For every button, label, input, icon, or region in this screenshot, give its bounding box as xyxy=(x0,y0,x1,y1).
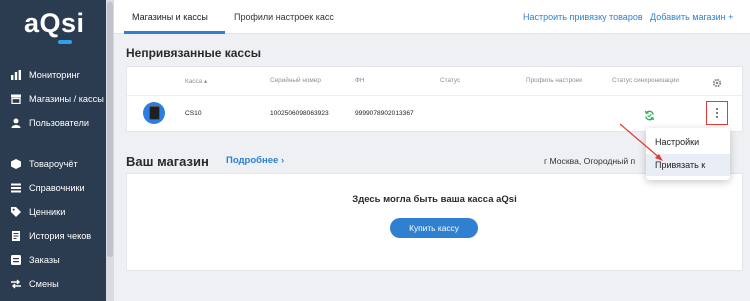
column-header-fn: ФН xyxy=(355,77,365,84)
sidebar-item-label: Смены xyxy=(29,279,59,289)
tabs-bar: Магазины и кассы Профили настроек касс Н… xyxy=(114,0,750,34)
unlinked-registers-table: Касса ▴ Серийный номер ФН Статус Профиль… xyxy=(126,66,743,132)
tag-icon xyxy=(11,207,21,217)
sidebar-item-label: Заказы xyxy=(29,255,60,265)
store-address: г Москва, Огородный п xyxy=(544,156,636,166)
swap-icon xyxy=(11,279,21,289)
tab-settings-profiles[interactable]: Профили настроек касс xyxy=(234,12,334,22)
sidebar-item-stores[interactable]: Магазины / кассы xyxy=(0,88,106,110)
sidebar: aQsi Мониторинг Магазины / кассы Пользов… xyxy=(0,0,106,301)
sync-icon xyxy=(644,108,655,126)
menu-item-settings[interactable]: Настройки xyxy=(646,131,730,153)
cell-serial: 1002506098063923 xyxy=(270,110,329,117)
scrollbar-thumb[interactable] xyxy=(107,2,113,257)
chevron-right-icon: › xyxy=(280,155,285,166)
bar-chart-icon xyxy=(11,70,21,80)
sidebar-item-inventory[interactable]: Товароучёт xyxy=(0,153,106,175)
add-store-link[interactable]: Добавить магазин + xyxy=(650,12,733,22)
tab-stores-and-registers[interactable]: Магазины и кассы xyxy=(132,12,208,22)
gear-icon[interactable] xyxy=(712,75,722,93)
store-details-link[interactable]: Подробнее › xyxy=(226,155,284,166)
sidebar-item-users[interactable]: Пользователи xyxy=(0,112,106,134)
buy-register-button[interactable]: Купить кассу xyxy=(390,218,478,238)
header-divider xyxy=(127,95,742,96)
store-icon xyxy=(11,94,21,104)
active-tab-indicator xyxy=(124,31,225,34)
receipt-icon xyxy=(11,231,21,241)
more-vertical-icon xyxy=(716,108,718,118)
sidebar-item-label: Товароучёт xyxy=(29,159,78,169)
sidebar-item-label: Пользователи xyxy=(29,118,89,128)
aqsi-logo[interactable]: aQsi xyxy=(24,8,85,44)
empty-store-message: Здесь могла быть ваша касса aQsi xyxy=(352,194,517,205)
column-header-serial: Серийный номер xyxy=(270,77,321,84)
main-content: Магазины и кассы Профили настроек касс Н… xyxy=(114,0,750,301)
register-device-icon xyxy=(143,102,165,124)
sidebar-item-label: История чеков xyxy=(29,231,92,241)
user-icon xyxy=(11,118,21,128)
sidebar-scrollbar[interactable] xyxy=(106,0,114,301)
bind-goods-link[interactable]: Настроить привязку товаров xyxy=(523,12,643,22)
column-header-profile: Профиль настроек xyxy=(526,77,583,84)
store-registers-card: Здесь могла быть ваша касса aQsi Купить … xyxy=(126,173,743,271)
box-icon xyxy=(11,159,21,169)
sidebar-item-shifts[interactable]: Смены xyxy=(0,273,106,295)
sidebar-item-label: Ценники xyxy=(29,207,66,217)
unlinked-registers-title: Непривязанные кассы xyxy=(126,46,262,60)
column-header-status: Статус xyxy=(440,77,461,84)
sidebar-item-orders[interactable]: Заказы xyxy=(0,249,106,271)
sidebar-item-price-tags[interactable]: Ценники xyxy=(0,201,106,223)
sidebar-item-references[interactable]: Справочники xyxy=(0,177,106,199)
orders-icon xyxy=(11,255,21,265)
row-actions-menu-button[interactable] xyxy=(706,101,728,125)
column-header-register[interactable]: Касса ▴ xyxy=(185,77,207,85)
sidebar-item-receipt-history[interactable]: История чеков xyxy=(0,225,106,247)
sidebar-item-label: Магазины / кассы xyxy=(29,94,104,104)
your-store-title: Ваш магазин xyxy=(126,154,209,169)
cell-register: CS10 xyxy=(185,110,202,117)
column-header-sync-status: Статус синхронизации xyxy=(612,77,679,84)
list-icon xyxy=(11,183,21,193)
row-actions-dropdown: Настройки Привязать к xyxy=(646,128,730,180)
sidebar-item-label: Мониторинг xyxy=(29,70,80,80)
sidebar-item-label: Справочники xyxy=(29,183,85,193)
menu-item-link-to[interactable]: Привязать к xyxy=(646,154,730,176)
sidebar-item-monitoring[interactable]: Мониторинг xyxy=(0,64,106,86)
cell-fn: 9999078902013367 xyxy=(355,110,414,117)
